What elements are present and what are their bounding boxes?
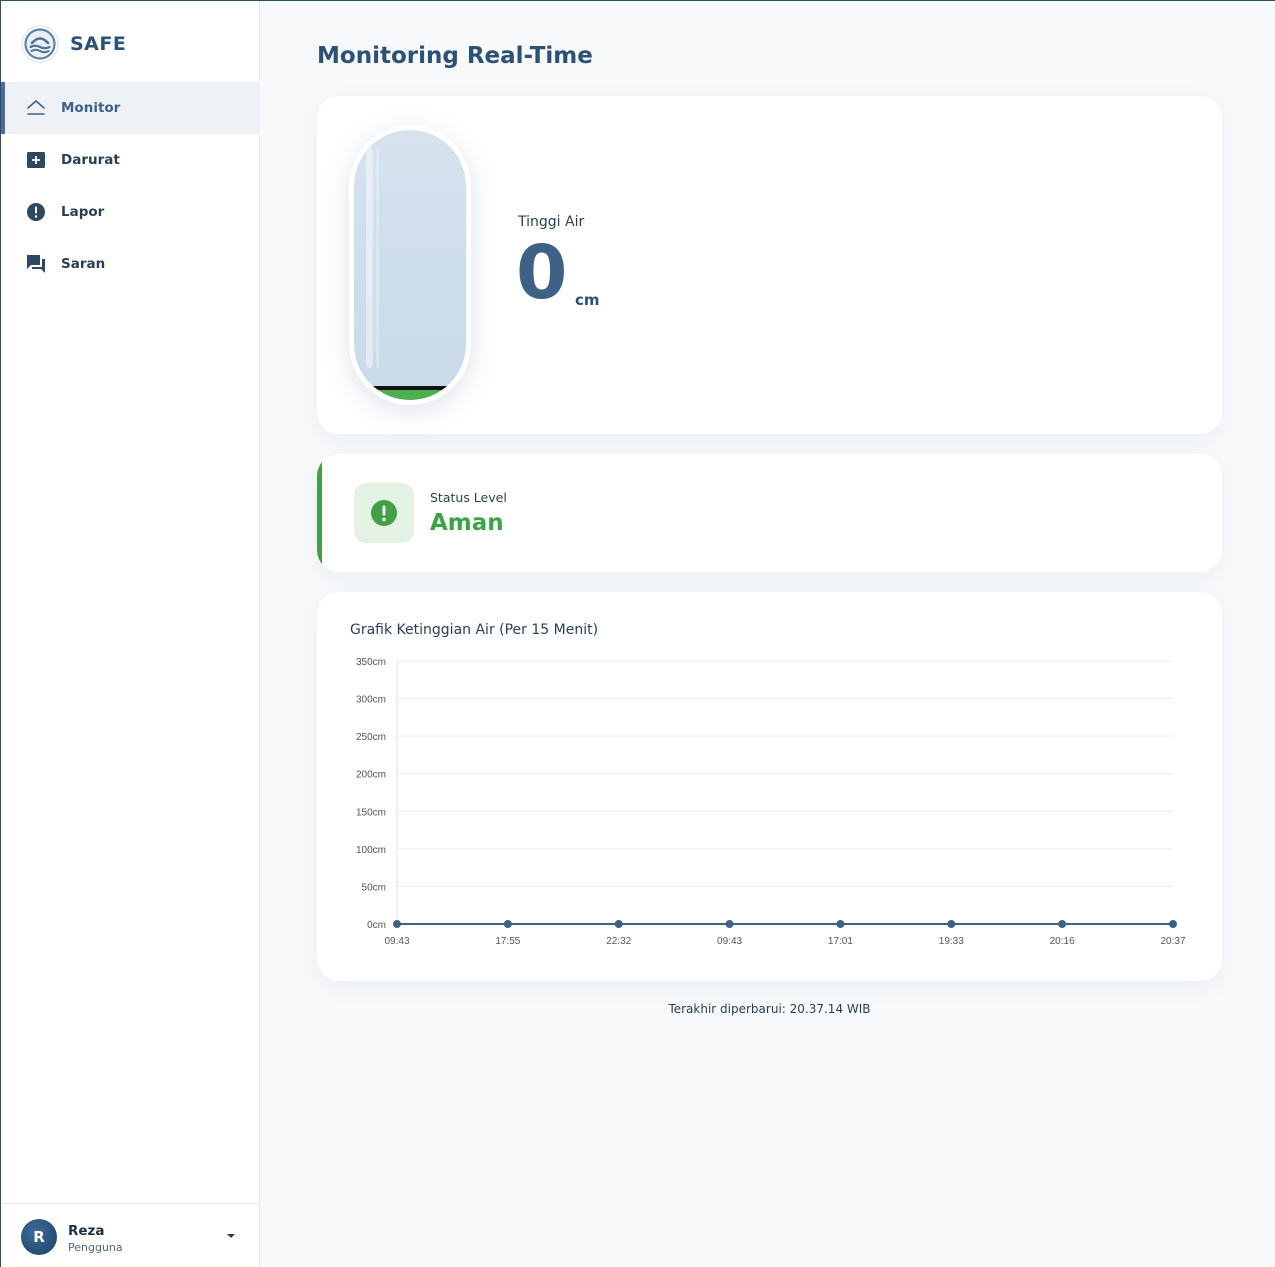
x-tick-label: 20:37 bbox=[1160, 936, 1185, 947]
x-tick-label: 09:43 bbox=[384, 936, 409, 947]
tank-inner bbox=[354, 130, 466, 400]
sidebar-item-saran[interactable]: Saran bbox=[1, 238, 260, 290]
water-level-card: Tinggi Air 0 cm bbox=[317, 96, 1222, 434]
y-tick-label: 200cm bbox=[356, 770, 386, 781]
user-name: Reza bbox=[68, 1223, 105, 1239]
plus-box-icon bbox=[25, 149, 47, 171]
tank-shine bbox=[376, 148, 379, 368]
y-tick-label: 50cm bbox=[362, 882, 386, 893]
level-label: Tinggi Air bbox=[518, 214, 585, 230]
sidebar-item-label: Saran bbox=[61, 256, 106, 272]
status-label: Status Level bbox=[430, 490, 507, 505]
user-role: Pengguna bbox=[68, 1241, 123, 1254]
x-tick-label: 22:32 bbox=[606, 936, 631, 947]
status-alert-icon bbox=[371, 500, 397, 526]
level-unit: cm bbox=[575, 291, 600, 309]
water-level-chart: 0cm 50cm 100cm 150cm 200cm 250cm 300cm 350cm 09:… bbox=[356, 657, 1186, 947]
x-tick-label: 17:55 bbox=[495, 936, 520, 947]
status-accent-border bbox=[317, 454, 322, 572]
status-card: Status Level Aman bbox=[317, 454, 1222, 572]
x-tick-label: 17:01 bbox=[828, 936, 853, 947]
page-title: Monitoring Real-Time bbox=[317, 43, 593, 69]
chart-card: Grafik Ketinggian Air (Per 15 Menit) 0cm… bbox=[317, 592, 1222, 981]
alert-circle-icon bbox=[25, 201, 47, 223]
y-tick-label: 150cm bbox=[356, 807, 386, 818]
sidebar: SAFE Monitor Darurat Lapor Saran R Reza … bbox=[0, 1, 260, 1267]
wave-shield-icon bbox=[21, 25, 59, 63]
brand[interactable]: SAFE bbox=[21, 25, 126, 63]
data-point bbox=[1058, 920, 1067, 928]
sidebar-item-lapor[interactable]: Lapor bbox=[1, 186, 260, 238]
data-point bbox=[393, 920, 401, 928]
status-value: Aman bbox=[430, 510, 504, 536]
status-icon-box bbox=[354, 483, 414, 543]
y-tick-label: 100cm bbox=[356, 845, 386, 856]
sidebar-item-label: Darurat bbox=[61, 152, 120, 168]
y-tick-label: 300cm bbox=[356, 695, 386, 706]
home-chevron-icon bbox=[25, 97, 47, 119]
y-tick-label: 350cm bbox=[356, 657, 386, 668]
sidebar-item-monitor[interactable]: Monitor bbox=[1, 82, 260, 134]
x-tick-label: 09:43 bbox=[717, 936, 742, 947]
data-point bbox=[503, 920, 512, 928]
sidebar-nav: Monitor Darurat Lapor Saran bbox=[1, 82, 260, 290]
tank-shine bbox=[366, 148, 373, 368]
avatar: R bbox=[21, 1219, 57, 1255]
data-point bbox=[725, 920, 734, 928]
sidebar-item-label: Monitor bbox=[61, 100, 121, 116]
last-updated: Terakhir diperbarui: 20.37.14 WIB bbox=[668, 1002, 871, 1016]
water-tank-gauge bbox=[351, 127, 469, 403]
chat-bubbles-icon bbox=[25, 253, 47, 275]
x-tick-label: 19:33 bbox=[939, 936, 964, 947]
tank-base bbox=[354, 390, 466, 400]
user-menu[interactable]: R Reza Pengguna bbox=[1, 1203, 260, 1267]
x-tick-label: 20:16 bbox=[1050, 936, 1075, 947]
sidebar-item-darurat[interactable]: Darurat bbox=[1, 134, 260, 186]
caret-down-icon[interactable] bbox=[225, 1230, 237, 1242]
sidebar-item-label: Lapor bbox=[61, 204, 105, 220]
data-point bbox=[836, 920, 845, 928]
level-value: 0 bbox=[516, 230, 568, 316]
data-point bbox=[1169, 920, 1177, 928]
data-point bbox=[614, 920, 623, 928]
y-tick-label: 0cm bbox=[367, 920, 386, 931]
y-tick-label: 250cm bbox=[356, 732, 386, 743]
data-point bbox=[947, 920, 956, 928]
brand-name: SAFE bbox=[70, 33, 127, 55]
